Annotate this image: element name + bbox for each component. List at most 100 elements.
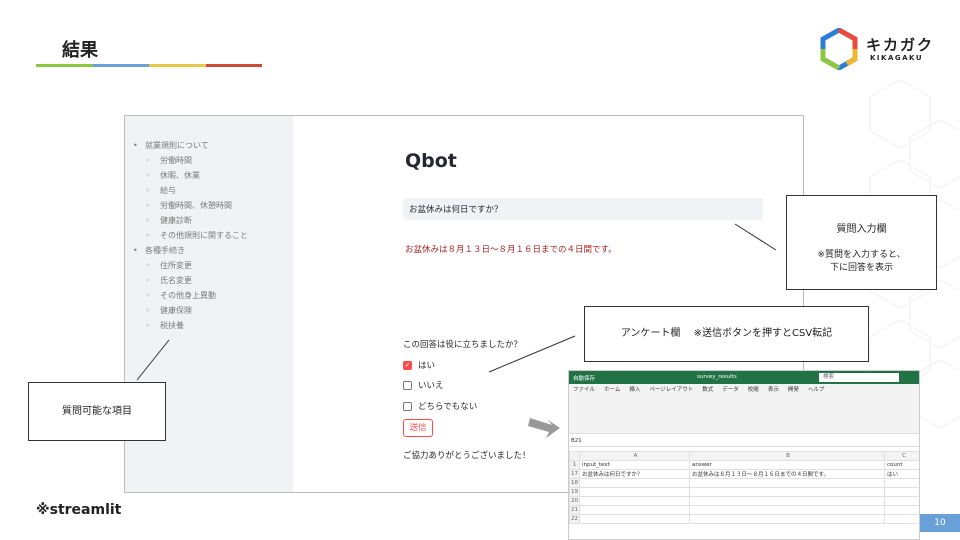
excel-formula-bar: B21 [569,435,919,447]
excel-menu-item[interactable]: ホーム [604,384,620,396]
option-neither[interactable]: どちらでもない [403,400,477,412]
option-no[interactable]: いいえ [403,379,444,391]
table-cell[interactable]: input_text [579,460,690,470]
answer-text: お盆休みは８月１３日～８月１６日までの４日間です。 [405,245,617,255]
table-cell[interactable]: お盆休みは８月１３日～８月１６日までの４日間です。 [689,469,885,479]
excel-menu-bar: ファイル ホーム 挿入 ページレイアウト 数式 データ 校閲 表示 開発 ヘルプ [569,384,919,396]
row-header[interactable]: 22 [569,514,580,524]
row-header[interactable]: 20 [569,496,580,506]
table-cell[interactable]: count [884,460,919,470]
sidebar-topic-list: 就業規則について労働時間休暇、休業給与労働時間、休憩時間健康診断その他規則に関す… [133,138,248,333]
callout-question-input: 質問入力欄 ※質問を入力すると、 下に回答を表示 [786,195,937,290]
table-cell[interactable] [579,496,690,506]
footnote: ※streamlit [36,502,122,518]
row-header[interactable]: 1 [569,460,580,470]
excel-menu-item[interactable]: 表示 [768,384,779,396]
title-underline-segment [149,64,206,67]
callout-survey: アンケート欄 ※送信ボタンを押すとCSV転記 [584,306,869,362]
submit-button[interactable]: 送信 [403,419,433,437]
sidebar-item: 住所変更 [133,258,248,273]
table-cell[interactable] [689,514,885,524]
table-cell[interactable] [579,487,690,497]
table-row: 20 [569,496,919,506]
excel-menu-item[interactable]: データ [722,384,739,396]
excel-menu-item[interactable]: 校閲 [748,384,759,396]
column-header[interactable]: C [884,451,919,461]
sidebar-item: 氏名変更 [133,273,248,288]
excel-search-box[interactable]: 検索 [819,373,899,382]
checkbox-icon[interactable] [403,401,412,411]
column-header[interactable]: A [579,451,690,461]
table-cell[interactable] [884,496,919,506]
table-row: 17 お盆休みは何日ですか？ お盆休みは８月１３日～８月１６日までの４日間です。 はい [569,469,919,479]
option-label: どちらでもない [418,402,478,412]
table-cell[interactable] [689,478,885,488]
checkbox-checked-icon[interactable]: ✓ [403,360,412,370]
table-cell[interactable] [579,505,690,515]
table-cell[interactable] [884,487,919,497]
row-header[interactable]: 18 [569,478,580,488]
table-cell[interactable] [689,505,885,515]
excel-menu-item[interactable]: 開発 [788,384,799,396]
excel-titlebar: 自動保存 survey_results 検索 [569,371,919,384]
row-header[interactable]: 17 [569,469,580,479]
app-title: Qbot [405,150,457,172]
checkbox-icon[interactable] [403,380,412,390]
sidebar-item: 各種手続き [133,243,248,258]
excel-menu-item[interactable]: 数式 [702,384,713,396]
slide-title: 結果 [62,40,98,61]
question-input[interactable]: お盆休みは何日ですか？ [403,198,763,220]
callout-note-1: ※質問を入力すると、 [817,250,906,260]
callout-note-2: 下に回答を表示 [829,263,893,273]
table-cell[interactable] [884,505,919,515]
table-row: 1 input_text answer count [569,460,919,470]
kikagaku-logo: キカガク KIKAGAKU [818,28,938,72]
sidebar-item: 休暇、休業 [133,168,248,183]
option-label: いいえ [418,381,444,391]
table-row: 21 [569,505,919,515]
logo-mark-icon [820,28,858,70]
logo-text: キカガク [866,36,935,54]
table-cell[interactable] [884,514,919,524]
excel-menu-item[interactable]: ファイル [573,384,595,396]
excel-ribbon [569,396,919,434]
excel-grid: A B C 1 input_text answer count 17 お盆休みは何日ですか？ お盆… [569,451,919,524]
thanks-message: ご協力ありがとうございました！ [403,451,531,461]
table-cell[interactable] [579,514,690,524]
table-row: 19 [569,487,919,497]
excel-filename: survey_results [697,374,737,380]
table-cell[interactable]: はい [884,469,919,479]
excel-menu-item[interactable]: 挿入 [629,384,640,396]
title-underline-segment [205,64,262,67]
row-header[interactable]: 21 [569,505,580,515]
title-underline-segment [36,64,93,67]
table-row: 22 [569,514,919,524]
excel-menu-item[interactable]: ヘルプ [808,384,825,396]
sidebar-item: その他規則に関すること [133,228,248,243]
table-cell[interactable] [689,487,885,497]
title-underline [36,64,262,67]
grid-corner[interactable] [569,451,580,461]
callout-sidebar: 質問可能な項目 [28,382,166,441]
sidebar-item: 健康保険 [133,303,248,318]
survey-question: この回答は役に立ちましたか？ [403,340,523,350]
excel-menu-item[interactable]: ページレイアウト [649,384,693,396]
excel-screenshot: 自動保存 survey_results 検索 ファイル ホーム 挿入 ページレイアウト… [568,370,920,540]
option-yes[interactable]: ✓ はい [403,359,435,371]
sidebar-item: 労働時間、休憩時間 [133,198,248,213]
logo-subtext: KIKAGAKU [870,54,924,62]
table-cell[interactable]: answer [689,460,885,470]
sidebar-item: 健康診断 [133,213,248,228]
table-cell[interactable] [579,478,690,488]
table-cell[interactable]: お盆休みは何日ですか？ [579,469,690,479]
title-underline-segment [92,64,149,67]
sidebar-item: 給与 [133,183,248,198]
sidebar-item: 労働時間 [133,153,248,168]
autosave-label: 自動保存 [573,376,596,382]
row-header[interactable]: 19 [569,487,580,497]
table-cell[interactable] [689,496,885,506]
option-label: はい [418,361,436,371]
cell-reference[interactable]: B21 [571,438,582,444]
column-header[interactable]: B [689,451,885,461]
table-cell[interactable] [884,478,919,488]
